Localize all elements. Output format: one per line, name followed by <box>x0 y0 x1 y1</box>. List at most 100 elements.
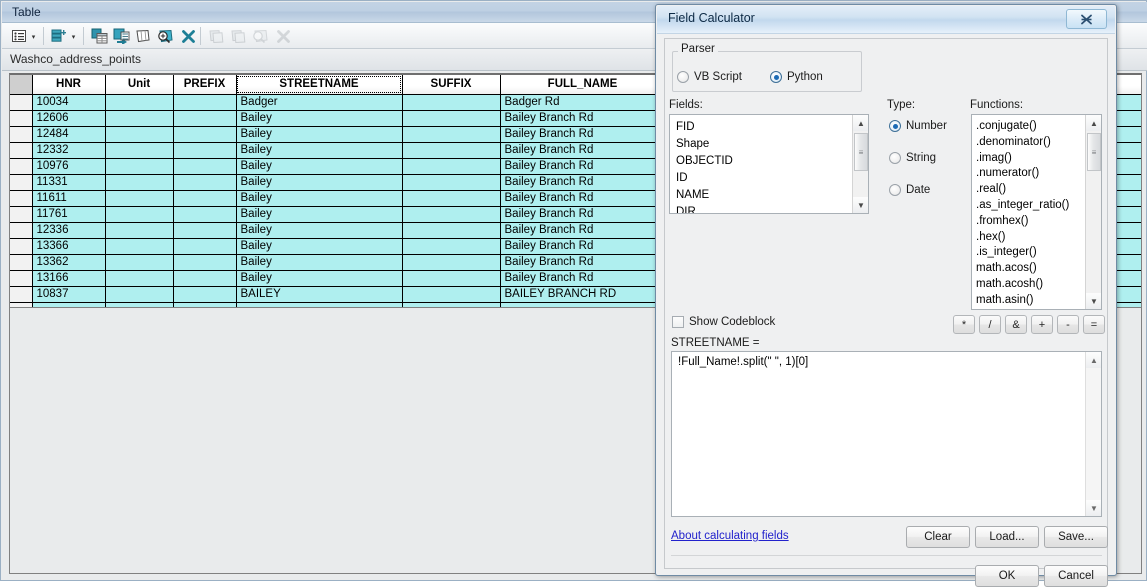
close-icon[interactable] <box>1066 9 1107 29</box>
cell-streetname[interactable]: BAILEY <box>236 286 403 303</box>
cell-rowselector[interactable] <box>10 190 33 207</box>
cell-prefix[interactable] <box>173 126 237 143</box>
operator-minus-button[interactable]: - <box>1057 315 1079 334</box>
column-header-unit[interactable]: Unit <box>105 75 174 95</box>
cell-unit[interactable] <box>105 94 174 111</box>
cell-hnr[interactable]: 11761 <box>32 206 106 223</box>
cell-hnr[interactable]: 10976 <box>32 158 106 175</box>
table-options-dropdown-arrow[interactable]: ▾ <box>29 33 38 41</box>
list-item[interactable]: .imag() <box>976 151 1085 167</box>
cell-suffix[interactable] <box>402 158 501 175</box>
list-item[interactable]: FID <box>676 119 852 136</box>
cell-prefix[interactable] <box>173 206 237 223</box>
cell-prefix[interactable] <box>173 254 237 271</box>
list-item[interactable]: .hex() <box>976 230 1085 246</box>
cell-full-name[interactable]: Bailey Branch Rd <box>500 190 666 207</box>
radio-date[interactable]: Date <box>889 184 930 196</box>
cell-suffix[interactable] <box>402 110 501 127</box>
cell-rowselector[interactable] <box>10 238 33 255</box>
functions-listbox[interactable]: .conjugate() .denominator() .imag() .num… <box>971 114 1102 310</box>
list-item[interactable]: .fromhex() <box>976 214 1085 230</box>
list-item[interactable]: math.asin() <box>976 293 1085 309</box>
cell-full-name[interactable]: Bailey Branch Rd <box>500 206 666 223</box>
cell-suffix[interactable] <box>402 270 501 287</box>
column-header-prefix[interactable]: PREFIX <box>173 75 237 95</box>
cell-full-name[interactable]: Bailey Branch Rd <box>500 158 666 175</box>
cell-full-name[interactable]: Bailey Branch Rd <box>500 270 666 287</box>
cell-hnr[interactable]: 10034 <box>32 94 106 111</box>
cell-prefix[interactable] <box>173 94 237 111</box>
cell-rowselector[interactable] <box>10 206 33 223</box>
cell-rowselector[interactable] <box>10 286 33 303</box>
list-item[interactable]: .conjugate() <box>976 119 1085 135</box>
cell-rowselector[interactable] <box>10 94 33 111</box>
cell-unit[interactable] <box>105 254 174 271</box>
cell-unit[interactable] <box>105 142 174 159</box>
about-calculating-fields-link[interactable]: About calculating fields <box>671 530 789 542</box>
cell-rowselector[interactable] <box>10 254 33 271</box>
fields-listbox[interactable]: FID Shape OBJECTID ID NAME DIR CITY ROAD… <box>669 114 869 214</box>
scroll-up-icon[interactable]: ▲ <box>1086 115 1101 131</box>
cell-suffix[interactable] <box>402 190 501 207</box>
cell-unit[interactable] <box>105 126 174 143</box>
cell-suffix[interactable] <box>402 94 501 111</box>
cell-prefix[interactable] <box>173 270 237 287</box>
column-header-full-name[interactable]: FULL_NAME <box>500 75 666 95</box>
cell-streetname[interactable]: Bailey <box>236 254 403 271</box>
list-item[interactable]: .is_integer() <box>976 245 1085 261</box>
list-item[interactable]: math.acos() <box>976 261 1085 277</box>
clear-selection-icon[interactable] <box>134 27 152 45</box>
radio-vb-script[interactable]: VB Script <box>677 71 742 83</box>
cell-hnr[interactable]: 10837 <box>32 286 106 303</box>
scroll-down-icon[interactable]: ▼ <box>853 197 868 213</box>
cell-prefix[interactable] <box>173 222 237 239</box>
operator-plus-button[interactable]: + <box>1031 315 1053 334</box>
load-button[interactable]: Load... <box>975 526 1039 548</box>
table-options-icon[interactable] <box>10 27 28 45</box>
cell-rowselector[interactable] <box>10 222 33 239</box>
cell-unit[interactable] <box>105 158 174 175</box>
column-header-suffix[interactable]: SUFFIX <box>402 75 501 95</box>
fields-scrollbar-thumb[interactable]: ≡ <box>854 133 868 171</box>
cell-suffix[interactable] <box>402 206 501 223</box>
cell-unit[interactable] <box>105 190 174 207</box>
list-item[interactable]: OBJECTID <box>676 153 852 170</box>
cell-streetname[interactable]: Bailey <box>236 222 403 239</box>
scroll-up-icon[interactable]: ▲ <box>853 115 868 131</box>
cell-suffix[interactable] <box>402 254 501 271</box>
cell-full-name[interactable]: Bailey Branch Rd <box>500 238 666 255</box>
related-tables-icon[interactable] <box>50 27 68 45</box>
column-header-streetname[interactable]: STREETNAME <box>236 75 403 95</box>
operator-ampersand-button[interactable]: & <box>1005 315 1027 334</box>
save-button[interactable]: Save... <box>1044 526 1108 548</box>
ok-button[interactable]: OK <box>975 565 1039 587</box>
list-item[interactable]: .numerator() <box>976 166 1085 182</box>
cell-suffix[interactable] <box>402 222 501 239</box>
radio-number[interactable]: Number <box>889 120 947 132</box>
fields-scrollbar[interactable]: ▲ ≡ ▼ <box>852 115 868 213</box>
cell-streetname[interactable]: Bailey <box>236 206 403 223</box>
cell-suffix[interactable] <box>402 142 501 159</box>
cell-hnr[interactable]: 12332 <box>32 142 106 159</box>
cell-streetname[interactable]: Badger <box>236 94 403 111</box>
cell-suffix[interactable] <box>402 238 501 255</box>
field-calculator-titlebar[interactable]: Field Calculator <box>657 6 1115 34</box>
cell-unit[interactable] <box>105 222 174 239</box>
list-item[interactable]: ID <box>676 170 852 187</box>
zoom-to-selected-icon[interactable] <box>156 27 174 45</box>
cell-streetname[interactable]: Bailey <box>236 174 403 191</box>
cancel-button[interactable]: Cancel <box>1044 565 1108 587</box>
cell-prefix[interactable] <box>173 142 237 159</box>
cell-streetname[interactable]: Bailey <box>236 110 403 127</box>
cell-prefix[interactable] <box>173 158 237 175</box>
cell-streetname[interactable]: Bailey <box>236 126 403 143</box>
operator-multiply-button[interactable]: * <box>953 315 975 334</box>
cell-hnr[interactable]: 13366 <box>32 238 106 255</box>
cell-rowselector[interactable] <box>10 174 33 191</box>
list-item[interactable]: math.acosh() <box>976 277 1085 293</box>
cell-full-name[interactable]: Bailey Branch Rd <box>500 126 666 143</box>
operator-divide-button[interactable]: / <box>979 315 1001 334</box>
table-tab-washco-address-points[interactable]: Washco_address_points <box>10 52 141 66</box>
cell-prefix[interactable] <box>173 174 237 191</box>
cell-unit[interactable] <box>105 270 174 287</box>
